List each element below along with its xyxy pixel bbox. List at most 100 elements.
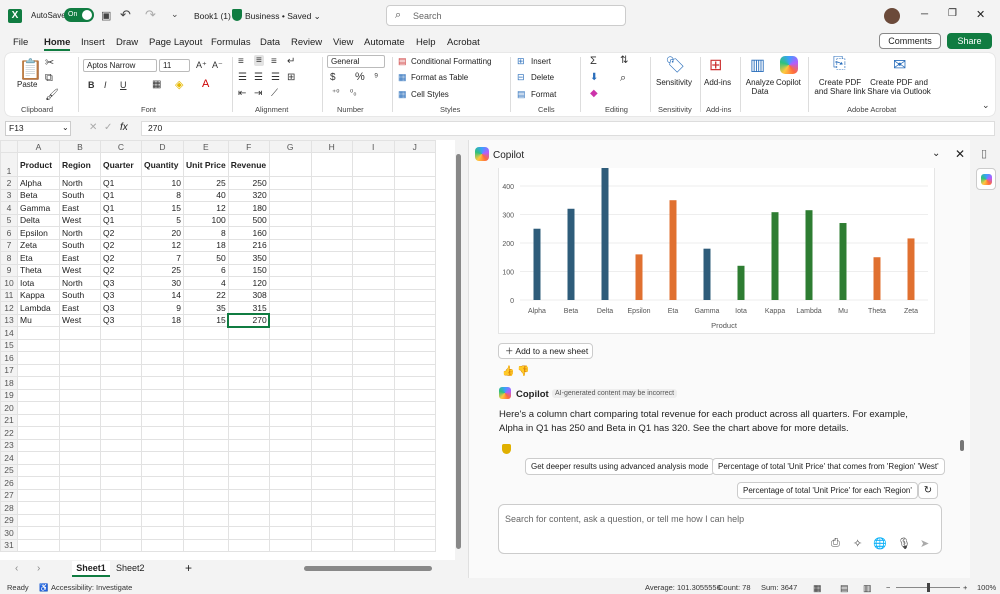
cancel-entry-icon[interactable]: ✕ [89,122,97,133]
format-as-table-button[interactable]: Format as Table [411,73,468,82]
cell[interactable] [141,388,184,402]
wrap-text-icon[interactable]: ↵ [287,56,295,67]
row-header[interactable]: 19 [0,388,18,402]
cell[interactable] [227,513,270,527]
cell[interactable]: Kappa [17,288,60,302]
font-name-dropdown[interactable]: Aptos Narrow [83,59,157,72]
cell[interactable] [17,463,60,477]
cell[interactable]: Q3 [100,288,142,302]
row-header[interactable]: 17 [0,363,18,377]
cell[interactable] [351,376,395,390]
cell[interactable] [17,538,60,552]
cell[interactable] [393,338,436,352]
cell[interactable] [100,451,142,465]
document-title[interactable]: Book1 (1) [194,11,231,21]
cell[interactable] [183,526,229,540]
cell[interactable] [17,363,60,377]
currency-icon[interactable]: $ [330,72,336,83]
cell[interactable] [59,538,101,552]
ribbon-collapse-icon[interactable]: ⌄ [982,100,990,111]
cell[interactable] [227,538,270,552]
chevron-down-icon[interactable]: ⌄ [932,148,940,159]
cell[interactable] [100,338,142,352]
format-cells-icon[interactable]: ▤ [517,89,526,100]
cell[interactable] [268,251,312,265]
clear-icon[interactable]: ◆ [590,88,598,99]
zoom-in-icon[interactable]: + [963,583,967,592]
increase-font-icon[interactable]: A⁺ [196,60,207,71]
cell[interactable] [310,413,353,427]
cell[interactable] [59,463,101,477]
cell[interactable] [59,401,101,415]
cell[interactable] [183,351,229,365]
cell[interactable] [393,176,436,190]
cell[interactable] [227,501,270,515]
cell[interactable] [310,338,353,352]
cell[interactable] [268,513,312,527]
suggestion-west-percentage[interactable]: Percentage of total 'Unit Price' that co… [712,458,945,475]
cell[interactable]: 308 [227,288,270,302]
format-painter-icon[interactable]: 🖌 [45,88,59,101]
cell[interactable] [351,401,395,415]
cell[interactable] [268,188,312,202]
save-icon[interactable]: ▣ [101,9,111,22]
cell[interactable] [393,288,436,302]
cell[interactable]: Beta [17,188,60,202]
cut-icon[interactable]: ✂ [45,56,54,69]
cell[interactable]: 5 [141,213,184,227]
cell[interactable] [59,501,101,515]
decrease-decimal-icon[interactable]: ⁰₀ [350,88,357,97]
cell[interactable] [268,213,312,227]
cell[interactable] [141,413,184,427]
tab-automate[interactable]: Automate [364,37,405,48]
cell[interactable] [351,288,395,302]
comments-button[interactable]: Comments [879,33,941,49]
cell[interactable] [268,288,312,302]
cell[interactable] [310,201,353,215]
cell[interactable] [351,438,395,452]
cell[interactable] [310,263,353,277]
row-header[interactable]: 31 [0,538,18,552]
row-header[interactable]: 21 [0,413,18,427]
cell[interactable] [310,438,353,452]
cell[interactable]: Region [59,152,101,177]
share-button[interactable]: Share [947,33,992,49]
align-right-icon[interactable]: ☰ [271,72,280,83]
tab-draw[interactable]: Draw [116,37,138,48]
cell[interactable] [227,488,270,502]
pane-scrollbar[interactable] [960,440,964,451]
cell[interactable] [17,376,60,390]
cell[interactable] [351,226,395,240]
cell[interactable] [100,363,142,377]
cell[interactable] [100,488,142,502]
cell[interactable] [227,401,270,415]
autosave-toggle[interactable]: On [64,8,94,22]
cell[interactable]: 50 [183,251,229,265]
cell[interactable] [310,213,353,227]
cell[interactable] [227,326,270,340]
cell[interactable] [351,201,395,215]
cell[interactable] [393,326,436,340]
cell[interactable] [351,326,395,340]
cell[interactable] [141,326,184,340]
cell[interactable] [100,426,142,440]
cell[interactable] [351,451,395,465]
cell[interactable] [268,276,312,290]
cell[interactable]: 120 [227,276,270,290]
row-header[interactable]: 26 [0,476,18,490]
cell[interactable] [17,451,60,465]
cell[interactable] [351,238,395,252]
cell[interactable] [59,351,101,365]
cell[interactable]: Q3 [100,313,142,327]
cell[interactable] [351,188,395,202]
cell[interactable] [268,426,312,440]
cell[interactable] [100,463,142,477]
column-header[interactable]: A [17,140,60,153]
suggestion-advanced-analysis[interactable]: Get deeper results using advanced analys… [525,458,715,475]
row-header[interactable]: 16 [0,351,18,365]
web-search-icon[interactable]: 🌐 [873,537,887,550]
cell[interactable]: North [59,176,101,190]
cell[interactable] [351,152,395,177]
sensitivity-icon[interactable]: 🏷 [665,55,685,75]
avatar[interactable] [884,8,900,24]
